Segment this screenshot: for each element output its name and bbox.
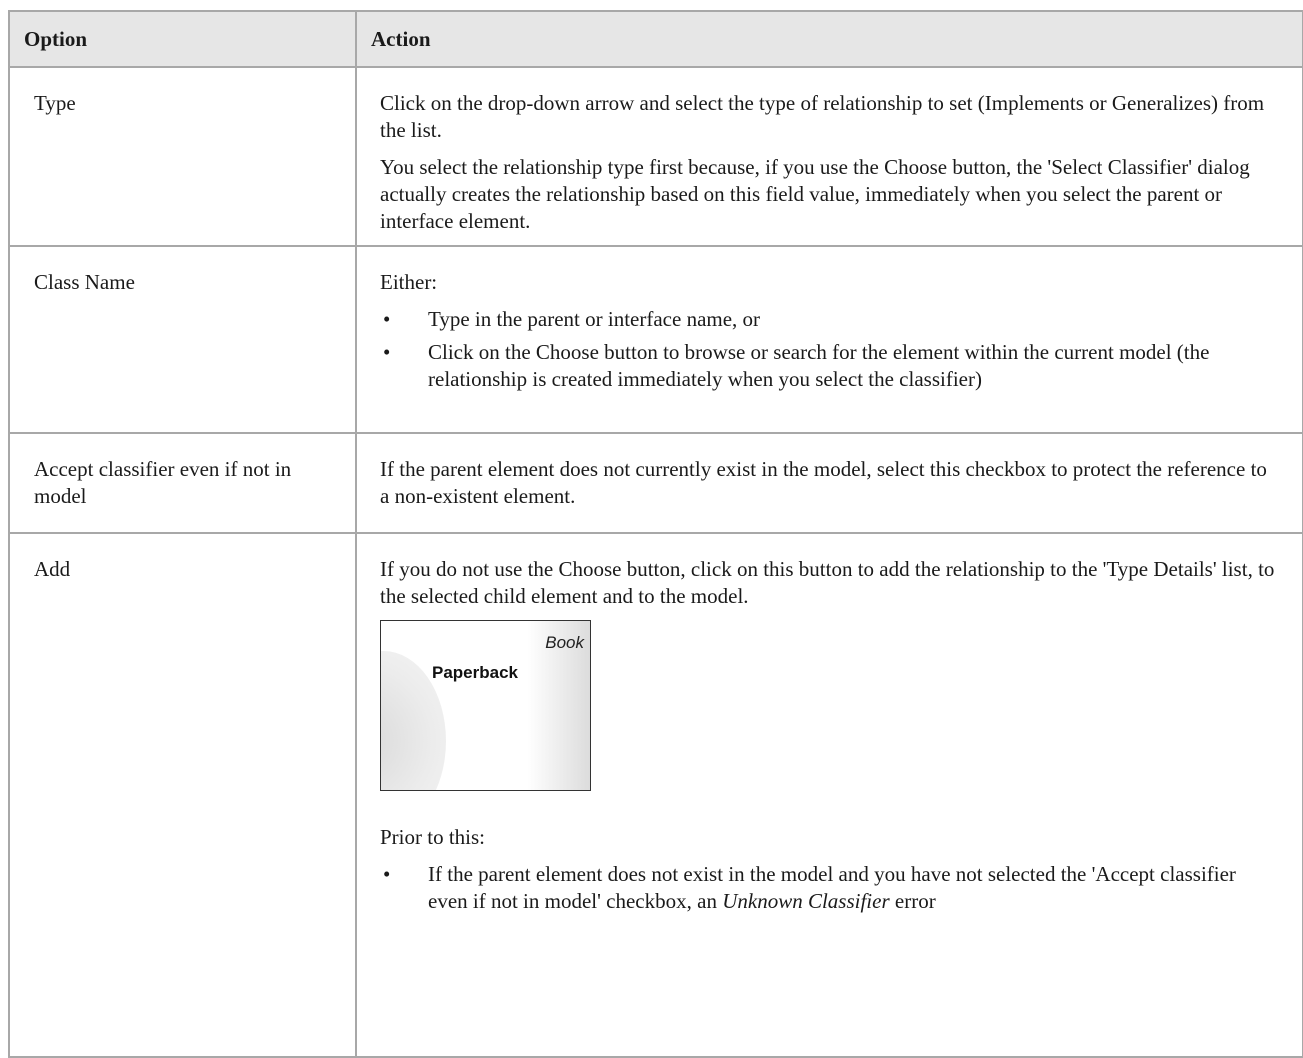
options-table: Option Action Type Click on the drop-dow…	[8, 10, 1303, 1058]
action-paragraph: Click on the drop-down arrow and select …	[380, 91, 1265, 142]
action-cell: If the parent element does not currently…	[355, 432, 1303, 534]
list-item-text-end: error	[889, 889, 936, 913]
option-cell: Type	[8, 66, 357, 247]
element-stereotype: Book	[545, 633, 584, 652]
bullet-icon: •	[383, 307, 391, 331]
action-cell: Click on the drop-down arrow and select …	[355, 66, 1303, 247]
bullet-icon: •	[383, 340, 391, 364]
action-paragraph: Either:	[380, 270, 438, 294]
bullet-list: • Type in the parent or interface name, o…	[380, 306, 1280, 393]
action-paragraph: Prior to this:	[380, 825, 486, 849]
list-item: • Click on the Choose button to browse or…	[380, 339, 1280, 393]
class-element-figure: Book Paperback	[380, 620, 591, 791]
table-row-accept-classifier: Accept classifier even if not in model I…	[8, 432, 1303, 534]
action-cell: Either: • Type in the parent or interface…	[355, 245, 1303, 434]
table-row-class-name: Class Name Either: • Type in the parent o…	[8, 245, 1303, 434]
list-item: • If the parent element does not exist in…	[380, 861, 1280, 915]
option-cell: Accept classifier even if not in model	[8, 432, 357, 534]
list-item: • Type in the parent or interface name, o…	[380, 306, 1280, 333]
option-cell: Add	[8, 532, 357, 1058]
column-header-option: Option	[8, 10, 357, 68]
action-paragraph: If the parent element does not currently…	[380, 457, 1267, 508]
table-row-add: Add If you do not use the Choose button,…	[8, 532, 1303, 1058]
list-item-text: Click on the Choose button to browse or …	[428, 340, 1210, 391]
bullet-icon: •	[383, 862, 391, 886]
bullet-list: • If the parent element does not exist in…	[380, 861, 1280, 915]
list-item-emphasis: Unknown Classifier	[722, 889, 890, 913]
table-header-row: Option Action	[8, 10, 1303, 68]
element-name: Paperback	[432, 663, 518, 682]
column-header-action: Action	[355, 10, 1303, 68]
list-item-text: Type in the parent or interface name, or	[428, 307, 761, 331]
action-paragraph: If you do not use the Choose button, cli…	[380, 557, 1275, 608]
action-cell: If you do not use the Choose button, cli…	[355, 532, 1303, 1058]
option-cell: Class Name	[8, 245, 357, 434]
table-row-type: Type Click on the drop-down arrow and se…	[8, 66, 1303, 247]
action-paragraph: You select the relationship type first b…	[380, 155, 1250, 233]
